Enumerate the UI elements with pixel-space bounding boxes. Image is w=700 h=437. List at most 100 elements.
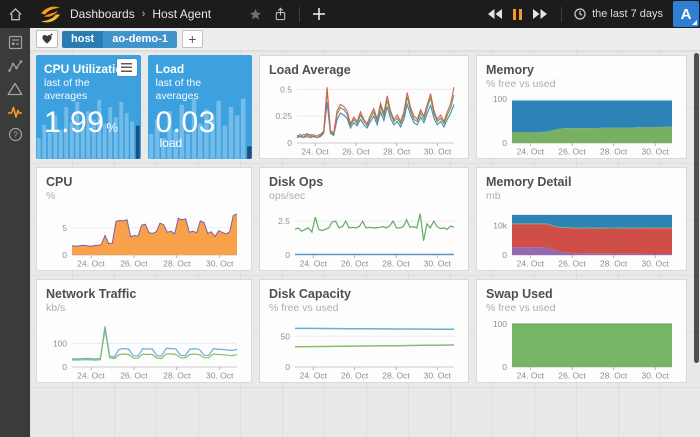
svg-text:24. Oct: 24. Oct — [517, 259, 545, 269]
svg-text:0.25: 0.25 — [275, 111, 292, 121]
pulse-icon — [7, 105, 23, 119]
panel-title: Disk Capacity — [269, 287, 459, 302]
svg-text:24. Oct: 24. Oct — [300, 259, 328, 269]
heart-star-icon — [41, 33, 54, 45]
user-avatar[interactable]: A — [673, 1, 699, 27]
panel-memory[interactable]: Memory % free vs used 010024. Oct26. Oct… — [476, 55, 687, 159]
memory-chart: 010024. Oct26. Oct28. Oct30. Oct — [486, 93, 677, 156]
plus-icon: + — [188, 32, 196, 46]
sidebar-item-infrastructure[interactable] — [0, 100, 30, 123]
svg-text:0: 0 — [285, 362, 290, 372]
tile-load[interactable]: Load last of the averages 0.03load — [148, 55, 253, 159]
panel-cpu[interactable]: CPU % 0524. Oct26. Oct28. Oct30. Oct — [36, 167, 252, 271]
time-range-selector[interactable]: the last 7 days — [574, 8, 663, 20]
panel-load-average[interactable]: Load Average 00.250.524. Oct26. Oct28. O… — [259, 55, 469, 159]
tile-menu-button[interactable] — [117, 59, 137, 76]
breadcrumb-section[interactable]: Dashboards — [70, 7, 135, 21]
panel-title: Memory — [486, 63, 677, 78]
step-forward-button[interactable] — [533, 9, 547, 19]
panel-swap-used[interactable]: Swap Used % free vs used 010024. Oct26. … — [476, 279, 687, 383]
vertical-scrollbar[interactable] — [694, 53, 699, 363]
add-dashboard-button[interactable] — [312, 7, 326, 21]
svg-text:5: 5 — [62, 223, 67, 233]
filter-value-chip[interactable]: ao-demo-1 — [103, 31, 177, 48]
metrics-icon — [8, 59, 23, 73]
app-root: Dashboards › Host Agent — [0, 0, 700, 437]
breadcrumb: Dashboards › Host Agent — [70, 7, 211, 21]
filter-chip-group[interactable]: host ao-demo-1 — [62, 31, 177, 48]
memory-detail-chart: 010k24. Oct26. Oct28. Oct30. Oct — [486, 205, 677, 268]
svg-text:26. Oct: 26. Oct — [341, 259, 369, 269]
svg-text:26. Oct: 26. Oct — [558, 371, 586, 381]
svg-text:100: 100 — [53, 338, 67, 348]
share-icon — [274, 7, 287, 21]
topbar: Dashboards › Host Agent — [0, 0, 700, 28]
svg-text:28. Oct: 28. Oct — [382, 259, 410, 269]
dashboard-content: CPU Utilization last of the averages 1.9… — [30, 51, 700, 437]
favorite-filter-button[interactable] — [36, 30, 58, 48]
share-button[interactable] — [274, 7, 287, 21]
menu-icon — [121, 63, 132, 72]
svg-text:0: 0 — [502, 362, 507, 372]
sidebar-item-help[interactable]: ? — [0, 123, 30, 146]
panel-subtitle: kb/s — [46, 302, 242, 315]
breadcrumb-page: Host Agent — [152, 7, 211, 21]
tile-subtitle: last of the averages — [44, 77, 133, 103]
sidebar-item-alerts[interactable] — [0, 77, 30, 100]
panel-subtitle: ops/sec — [269, 190, 459, 203]
summary-tiles: CPU Utilization last of the averages 1.9… — [36, 55, 252, 159]
svg-text:2.5: 2.5 — [278, 216, 290, 226]
add-filter-button[interactable]: + — [182, 30, 203, 48]
svg-text:28. Oct: 28. Oct — [600, 259, 628, 269]
tile-subtitle: last of the averages — [156, 77, 245, 103]
panel-subtitle: % free vs used — [269, 302, 459, 315]
sidebar-item-metrics[interactable] — [0, 54, 30, 77]
panel-disk-capacity[interactable]: Disk Capacity % free vs used 05024. Oct2… — [259, 279, 469, 383]
svg-text:30. Oct: 30. Oct — [424, 259, 452, 269]
svg-text:0: 0 — [285, 250, 290, 260]
panel-memory-detail[interactable]: Memory Detail mb 010k24. Oct26. Oct28. O… — [476, 167, 687, 271]
svg-text:30. Oct: 30. Oct — [424, 371, 452, 381]
panel-disk-ops[interactable]: Disk Ops ops/sec 0 2.5 24. Oct 26. Oct 28. O… — [259, 167, 469, 271]
svg-text:24. Oct: 24. Oct — [517, 147, 545, 157]
disk-ops-chart: 0 2.5 24. Oct 26. Oct 28. Oct 30. Oct — [269, 205, 459, 268]
pause-button[interactable] — [513, 9, 522, 20]
favorite-star-button[interactable] — [249, 8, 262, 21]
plus-icon — [312, 7, 326, 21]
sidebar-item-dashboards[interactable] — [0, 31, 30, 54]
panel-title: Load Average — [269, 63, 459, 78]
step-back-button[interactable] — [488, 9, 502, 19]
svg-text:0: 0 — [62, 362, 67, 372]
svg-text:100: 100 — [493, 94, 507, 104]
svg-text:10k: 10k — [493, 220, 507, 230]
panel-subtitle: mb — [486, 190, 677, 203]
home-button[interactable] — [0, 0, 30, 28]
tile-title: Load — [156, 62, 245, 77]
filter-bar: host ao-demo-1 + — [30, 28, 700, 51]
svg-text:0: 0 — [502, 138, 507, 148]
tile-cpu-utilization[interactable]: CPU Utilization last of the averages 1.9… — [36, 55, 141, 159]
swap-used-chart: 010024. Oct26. Oct28. Oct30. Oct — [486, 317, 677, 380]
filter-key-chip[interactable]: host — [62, 31, 103, 48]
svg-text:24. Oct: 24. Oct — [77, 259, 105, 269]
svg-text:28. Oct: 28. Oct — [383, 147, 411, 157]
svg-text:0: 0 — [287, 138, 292, 148]
home-icon — [8, 7, 23, 22]
breadcrumb-separator-icon: › — [142, 8, 146, 20]
avatar-fold-icon — [692, 20, 697, 25]
svg-text:30. Oct: 30. Oct — [641, 371, 669, 381]
solarwinds-logo-icon[interactable] — [40, 5, 61, 24]
alert-triangle-icon — [7, 82, 23, 96]
svg-text:30. Oct: 30. Oct — [424, 147, 452, 157]
svg-text:100: 100 — [493, 319, 507, 329]
topbar-divider — [299, 7, 300, 22]
panel-title: Disk Ops — [269, 175, 459, 190]
panel-network-traffic[interactable]: Network Traffic kb/s 010024. Oct26. Oct2… — [36, 279, 252, 383]
svg-text:26. Oct: 26. Oct — [120, 371, 148, 381]
svg-text:28. Oct: 28. Oct — [382, 371, 410, 381]
cpu-chart: 0524. Oct26. Oct28. Oct30. Oct — [46, 205, 242, 268]
svg-text:24. Oct: 24. Oct — [300, 371, 328, 381]
help-icon: ? — [8, 127, 23, 142]
tile-value: 0.03load — [156, 107, 245, 149]
svg-text:26. Oct: 26. Oct — [341, 371, 369, 381]
